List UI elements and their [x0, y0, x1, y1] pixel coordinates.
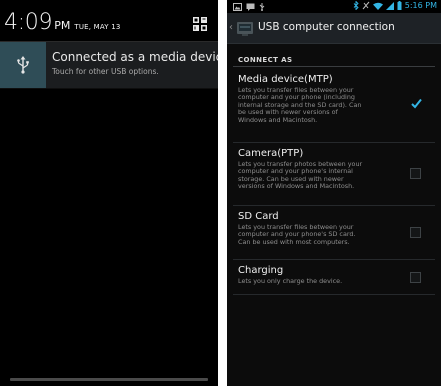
- option-title: Charging: [238, 265, 284, 276]
- shade-drag-handle[interactable]: [10, 378, 208, 381]
- notification-title: Connected as a media device: [52, 50, 218, 64]
- option-camera[interactable]: Camera(PTP) Lets you transfer photos bet…: [238, 148, 408, 191]
- option-title: Camera(PTP): [238, 148, 304, 159]
- settings-app-icon[interactable]: [236, 19, 254, 37]
- clock-date: TUE, MAY 13: [74, 23, 121, 31]
- screen-title: USB computer connection: [258, 21, 395, 33]
- option-description: Lets you only charge the device.: [238, 277, 343, 285]
- wifi-icon: [372, 2, 383, 10]
- back-chevron-icon[interactable]: ‹: [229, 22, 233, 33]
- notification-shade-screen: 4:09 PM TUE, MAY 13 Connected as a media…: [0, 0, 218, 386]
- section-header: CONNECT AS: [238, 56, 293, 64]
- usb-settings-screen: 5:16 PM ‹ USB computer connection CONNEC…: [227, 0, 441, 386]
- usb-status-icon: [259, 3, 265, 11]
- option-charging[interactable]: Charging Lets you only charge the device…: [238, 265, 408, 285]
- notification-divider: [0, 88, 218, 89]
- option-divider: [233, 259, 435, 260]
- bluetooth-icon: [353, 1, 359, 10]
- status-time: 5:16 PM: [404, 1, 437, 10]
- media-device-checkbox-checked-icon[interactable]: [410, 97, 422, 109]
- clock-time: 4:09: [4, 10, 53, 35]
- status-bar: 5:16 PM: [227, 0, 441, 13]
- usb-icon: [0, 42, 46, 88]
- charging-checkbox[interactable]: [410, 272, 421, 283]
- option-divider: [233, 142, 435, 143]
- clock-ampm: PM: [54, 19, 71, 32]
- battery-icon: [397, 1, 402, 10]
- message-notification-icon: [246, 3, 255, 11]
- option-description: Lets you transfer files between your com…: [238, 223, 356, 246]
- option-description: Lets you transfer files between your com…: [238, 86, 362, 124]
- option-title: SD Card: [238, 211, 279, 222]
- option-divider: [233, 205, 435, 206]
- quick-settings-icon[interactable]: [192, 16, 208, 32]
- section-divider: [233, 66, 435, 67]
- usb-notification[interactable]: Connected as a media device Touch for ot…: [0, 42, 218, 88]
- option-media-device[interactable]: Media device(MTP) Lets you transfer file…: [238, 74, 408, 124]
- vibrate-icon: [362, 1, 370, 10]
- camera-checkbox[interactable]: [410, 168, 421, 179]
- clock-row: 4:09 PM TUE, MAY 13: [4, 10, 121, 40]
- option-description: Lets you transfer photos between your co…: [238, 160, 363, 191]
- notification-subtitle: Touch for other USB options.: [52, 67, 159, 76]
- option-divider: [233, 294, 435, 295]
- option-title: Media device(MTP): [238, 74, 333, 85]
- signal-icon: [385, 1, 394, 10]
- action-bar: ‹ USB computer connection: [227, 13, 441, 44]
- option-sd-card[interactable]: SD Card Lets you transfer files between …: [238, 211, 408, 246]
- gallery-notification-icon: [233, 2, 242, 11]
- sd-card-checkbox[interactable]: [410, 227, 421, 238]
